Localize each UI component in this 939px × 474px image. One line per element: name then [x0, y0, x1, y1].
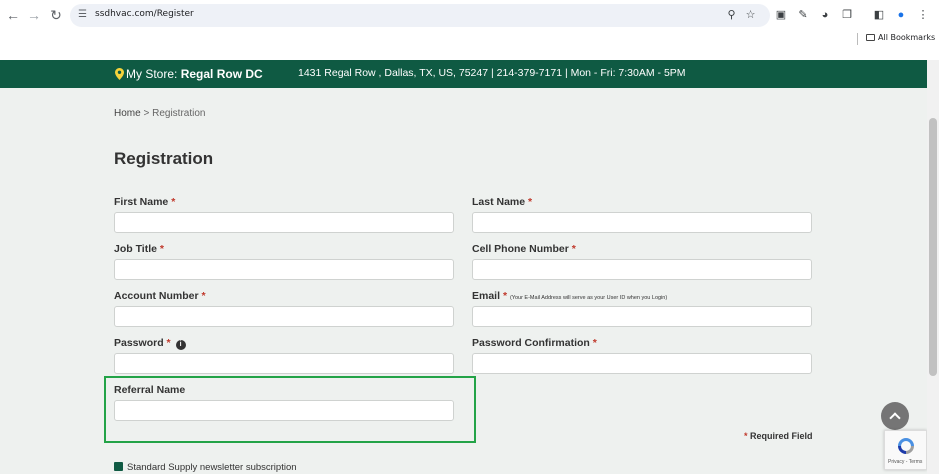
- required-marker: *: [744, 431, 748, 441]
- extension-pen-icon[interactable]: ✎: [794, 6, 812, 24]
- required-marker: *: [159, 243, 164, 255]
- email-label-text: Email: [472, 290, 501, 302]
- scrollbar-thumb[interactable]: [929, 118, 937, 376]
- my-store-prefix: My Store:: [126, 67, 178, 81]
- chevron-up-icon: [889, 412, 901, 424]
- password-confirmation-label: Password Confirmation *: [472, 337, 597, 349]
- newsletter-label: Standard Supply newsletter subscription: [127, 462, 297, 473]
- page-scrollbar[interactable]: [927, 60, 939, 474]
- breadcrumb: Home > Registration: [114, 108, 205, 119]
- last-name-input[interactable]: [472, 212, 812, 233]
- cell-phone-label-text: Cell Phone Number: [472, 243, 569, 255]
- info-icon[interactable]: i: [175, 340, 186, 350]
- site-settings-icon[interactable]: ☰: [78, 9, 90, 21]
- first-name-input[interactable]: [114, 212, 454, 233]
- back-icon[interactable]: ←: [4, 6, 22, 24]
- all-bookmarks-button[interactable]: All Bookmarks: [866, 33, 935, 42]
- location-icon[interactable]: ⚲: [724, 8, 739, 23]
- breadcrumb-separator: >: [143, 108, 150, 119]
- first-name-label: First Name *: [114, 196, 175, 208]
- email-label: Email * (Your E-Mail Address will serve …: [472, 290, 667, 302]
- menu-kebab-icon[interactable]: ⋮: [914, 6, 932, 24]
- newsletter-checkbox[interactable]: [114, 462, 123, 471]
- recaptcha-privacy-terms[interactable]: Privacy - Terms: [888, 459, 922, 465]
- required-marker: *: [528, 196, 533, 208]
- bookmark-star-icon[interactable]: ☆: [743, 8, 758, 23]
- password-input[interactable]: [114, 353, 454, 374]
- password-label-text: Password: [114, 337, 164, 349]
- last-name-label: Last Name *: [472, 196, 532, 208]
- required-marker: *: [592, 337, 597, 349]
- password-confirmation-label-text: Password Confirmation: [472, 337, 590, 349]
- required-marker: *: [502, 290, 508, 302]
- bookmarks-divider: [857, 33, 858, 45]
- browser-toolbar: ← → ↻ ☰ ssdhvac.com/Register ⚲ ☆ ▣ ✎ ◕ ❐…: [0, 0, 939, 31]
- page-title: Registration: [114, 149, 214, 168]
- my-store-label[interactable]: My Store: Regal Row DC: [126, 67, 263, 81]
- breadcrumb-home-link[interactable]: Home: [114, 108, 141, 119]
- folder-icon: [866, 34, 875, 41]
- cell-phone-label: Cell Phone Number *: [472, 243, 576, 255]
- job-title-label: Job Title *: [114, 243, 164, 255]
- account-number-label-text: Account Number: [114, 290, 199, 302]
- store-name: Regal Row DC: [180, 67, 263, 81]
- required-marker: *: [171, 196, 176, 208]
- cast-icon[interactable]: ▣: [772, 6, 790, 24]
- reload-icon[interactable]: ↻: [47, 6, 65, 24]
- job-title-label-text: Job Title: [114, 243, 157, 255]
- profile-avatar-icon[interactable]: ●: [892, 6, 910, 24]
- required-marker: *: [166, 337, 171, 349]
- bookmarks-bar: All Bookmarks: [0, 31, 939, 47]
- side-panel-icon[interactable]: ◧: [870, 6, 888, 24]
- recaptcha-badge[interactable]: Privacy - Terms: [884, 430, 927, 470]
- first-name-label-text: First Name: [114, 196, 169, 208]
- breadcrumb-current: Registration: [152, 108, 206, 119]
- email-input[interactable]: [472, 306, 812, 327]
- account-number-input[interactable]: [114, 306, 454, 327]
- recaptcha-icon: [898, 438, 914, 454]
- address-bar[interactable]: ☰ ssdhvac.com/Register ⚲ ☆: [70, 4, 770, 27]
- required-marker: *: [201, 290, 206, 302]
- referral-name-input[interactable]: [114, 400, 454, 421]
- store-bar: My Store: Regal Row DC 1431 Regal Row , …: [0, 60, 927, 88]
- compass-icon[interactable]: ◕: [816, 6, 834, 24]
- all-bookmarks-label: All Bookmarks: [878, 33, 936, 42]
- job-title-input[interactable]: [114, 259, 454, 280]
- store-info: 1431 Regal Row , Dallas, TX, US, 75247 |…: [298, 67, 686, 79]
- account-number-label: Account Number *: [114, 290, 206, 302]
- password-label: Password * i: [114, 337, 186, 350]
- forward-icon[interactable]: →: [25, 6, 43, 24]
- required-field-legend: * Required Field: [744, 431, 813, 441]
- required-marker: *: [571, 243, 576, 255]
- url-text[interactable]: ssdhvac.com/Register: [95, 9, 194, 19]
- required-legend-text: Required Field: [750, 431, 813, 441]
- newsletter-option[interactable]: Standard Supply newsletter subscription: [114, 462, 297, 473]
- page-content: My Store: Regal Row DC 1431 Regal Row , …: [0, 60, 927, 474]
- scroll-to-top-button[interactable]: [881, 402, 909, 430]
- cell-phone-input[interactable]: [472, 259, 812, 280]
- map-pin-icon: [115, 68, 124, 80]
- email-note: (Your E-Mail Address will serve as your …: [509, 295, 668, 301]
- referral-name-label: Referral Name: [114, 384, 186, 396]
- extensions-puzzle-icon[interactable]: ❐: [838, 6, 856, 24]
- last-name-label-text: Last Name: [472, 196, 526, 208]
- password-confirmation-input[interactable]: [472, 353, 812, 374]
